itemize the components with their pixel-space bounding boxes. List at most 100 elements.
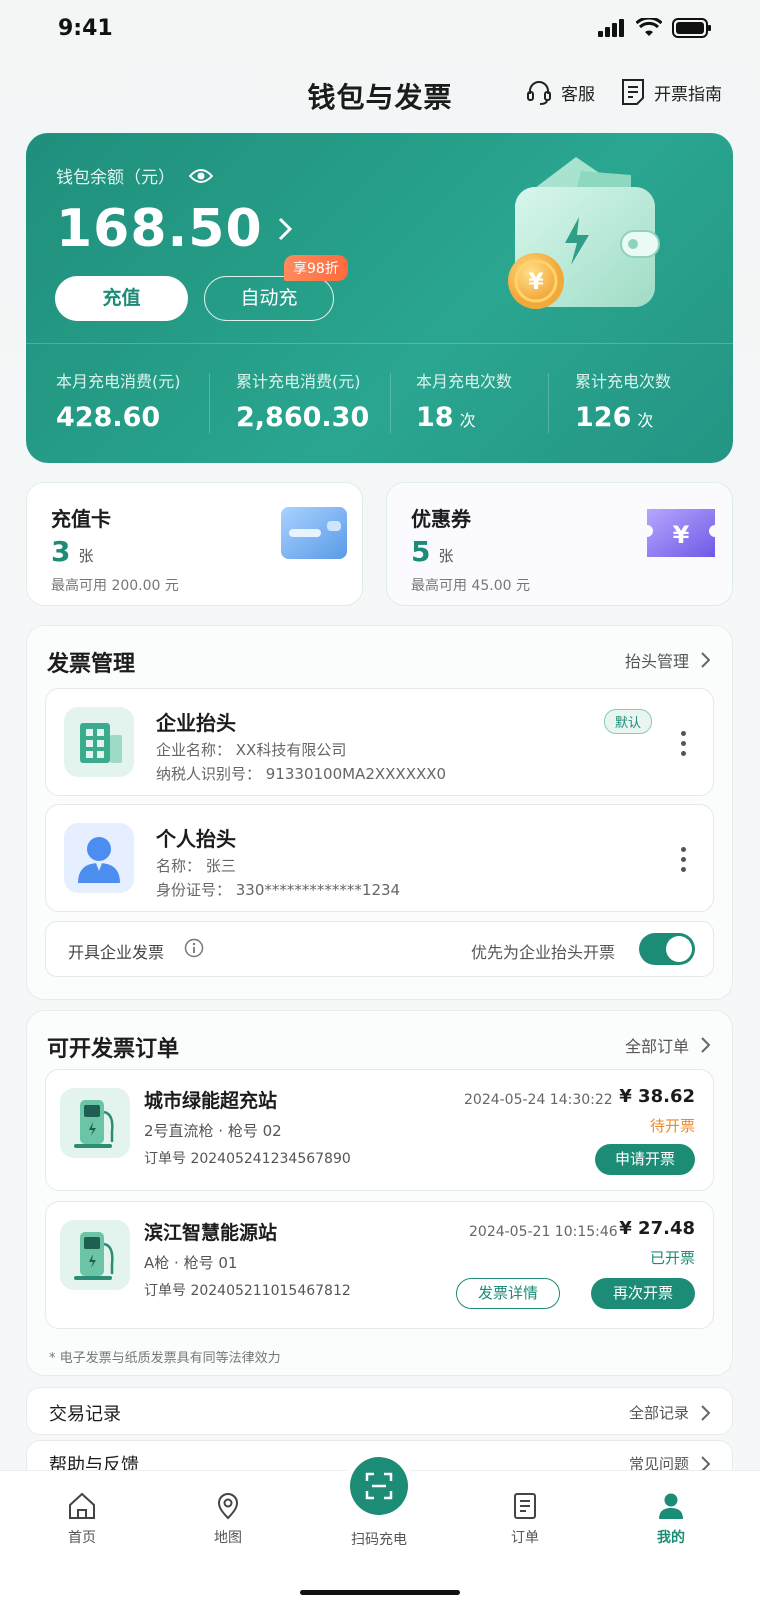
header-management-link[interactable]: 抬头管理: [625, 648, 710, 672]
home-icon: [69, 1492, 95, 1519]
default-badge: 默认: [604, 709, 653, 734]
card-illustration-icon: [281, 507, 347, 559]
order-status: 待开票: [649, 1117, 695, 1135]
building-icon: [64, 707, 134, 777]
eye-icon[interactable]: [189, 168, 213, 184]
invoice-orders-section: 可开发票订单 全部订单 城市绿能超充站 2号直流枪 · 枪号 02 订单号 20…: [26, 1010, 733, 1376]
personal-header-card[interactable]: 个人抬头 名称： 张三 身份证号： 330*************1234: [45, 804, 714, 912]
scan-charge-button[interactable]: [350, 1457, 408, 1515]
order-amount: ¥ 38.62: [619, 1086, 695, 1107]
recharge-button[interactable]: 充值: [55, 276, 188, 321]
stat-value: 428.60: [56, 402, 161, 433]
tab-mine[interactable]: 我的: [631, 1491, 711, 1547]
orders-title: 可开发票订单: [47, 1037, 180, 1062]
stat-value: 18 次: [416, 402, 476, 433]
wallet-divider: [26, 343, 733, 344]
scan-icon: [365, 1472, 393, 1500]
order-number: 订单号 202405211015467812: [144, 1283, 351, 1299]
legal-note: * 电子发票与纸质发票具有同等法律效力: [49, 1351, 281, 1366]
stat-separator: [209, 373, 210, 433]
chevron-right-icon: [701, 652, 710, 668]
gun-info: A枪 · 枪号 01: [144, 1254, 238, 1272]
charger-icon: [60, 1220, 130, 1290]
order-card[interactable]: 城市绿能超充站 2号直流枪 · 枪号 02 订单号 20240524123456…: [45, 1069, 714, 1191]
personal-header-title: 个人抬头: [156, 827, 236, 851]
invoice-management-section: 发票管理 抬头管理 企业抬头 默认 企业名称： XX科技有限公司 纳税人识别号：…: [26, 625, 733, 1000]
svg-text:¥: ¥: [528, 270, 544, 295]
person-icon: [64, 823, 134, 893]
stat-value: 2,860.30: [236, 402, 370, 433]
invoice-detail-button[interactable]: 发票详情: [456, 1278, 560, 1309]
chevron-right-icon: [278, 217, 292, 241]
customer-service-label: 客服: [561, 84, 595, 105]
enterprise-invoice-toggle[interactable]: [639, 933, 695, 965]
tab-bar: 首页 地图 扫码充电 订单 我的: [0, 1457, 760, 1605]
station-name: 滨江智慧能源站: [144, 1222, 278, 1244]
coupon-title: 优惠券: [411, 507, 471, 531]
balance-label-row: 钱包余额（元）: [56, 163, 213, 188]
more-icon[interactable]: [681, 847, 687, 872]
info-icon[interactable]: [184, 938, 204, 958]
coupon-tile[interactable]: 优惠券 5张 最高可用 45.00 元 ¥: [386, 482, 733, 606]
apply-invoice-button[interactable]: 申请开票: [595, 1144, 695, 1175]
stat-total-count: 累计充电次数 126 次: [575, 368, 671, 433]
home-indicator: [300, 1590, 460, 1595]
customer-service-button[interactable]: 客服: [525, 78, 595, 106]
stat-separator: [548, 373, 549, 433]
stat-separator: [390, 373, 391, 433]
tab-map[interactable]: 地图: [188, 1491, 268, 1547]
reissue-invoice-button[interactable]: 再次开票: [591, 1278, 695, 1309]
stat-label: 本月充电消费(元): [56, 372, 181, 391]
personal-name: 名称： 张三: [156, 857, 236, 875]
order-datetime: 2024-05-21 10:15:46: [469, 1224, 618, 1240]
order-card[interactable]: 滨江智慧能源站 A枪 · 枪号 01 订单号 20240521101546781…: [45, 1201, 714, 1329]
stat-label: 累计充电次数: [575, 372, 672, 391]
id-number: 身份证号： 330*************1234: [156, 881, 401, 899]
tab-orders[interactable]: 订单: [485, 1491, 565, 1547]
invoice-guide-button[interactable]: 开票指南: [620, 78, 722, 106]
balance-label: 钱包余额（元）: [56, 168, 175, 188]
balance-value: 168.50: [56, 199, 263, 259]
recharge-card-title: 充值卡: [51, 507, 111, 531]
status-icons: [598, 18, 712, 38]
all-orders-link[interactable]: 全部订单: [625, 1033, 710, 1057]
toggle-label: 开具企业发票: [68, 943, 165, 962]
order-datetime: 2024-05-24 14:30:22: [464, 1092, 613, 1108]
chevron-right-icon: [701, 1404, 710, 1421]
invoice-guide-label: 开票指南: [654, 84, 722, 105]
recharge-card-tile[interactable]: 充值卡 3张 最高可用 200.00 元: [26, 482, 363, 606]
tab-scan-charge[interactable]: 扫码充电: [339, 1529, 419, 1549]
station-name: 城市绿能超充站: [144, 1090, 278, 1112]
document-icon: [622, 79, 644, 105]
transaction-records-row[interactable]: 交易记录 全部记录: [26, 1387, 733, 1435]
order-amount: ¥ 27.48: [619, 1218, 695, 1239]
order-status: 已开票: [649, 1249, 695, 1267]
stat-total-spend: 累计充电消费(元) 2,860.30: [236, 368, 369, 433]
more-icon[interactable]: [681, 731, 687, 756]
coupon-sub: 最高可用 45.00 元: [411, 578, 530, 594]
svg-text:¥: ¥: [673, 521, 690, 549]
tax-id: 纳税人识别号： 91330100MA2XXXXXX0: [156, 765, 447, 783]
balance-row[interactable]: 168.50: [56, 199, 293, 259]
headset-icon: [527, 81, 551, 105]
chevron-right-icon: [701, 1037, 710, 1053]
user-icon: [659, 1493, 683, 1519]
charger-icon: [60, 1088, 130, 1158]
battery-icon: [672, 18, 711, 38]
stat-label: 累计充电消费(元): [236, 372, 361, 391]
coupon-count: 5张: [411, 535, 454, 568]
enterprise-header-card[interactable]: 企业抬头 默认 企业名称： XX科技有限公司 纳税人识别号： 91330100M…: [45, 688, 714, 796]
map-pin-icon: [217, 1493, 239, 1520]
auto-recharge-button[interactable]: 自动充: [204, 276, 334, 321]
tab-home[interactable]: 首页: [42, 1491, 122, 1547]
stat-label: 本月充电次数: [416, 372, 513, 391]
order-list-icon: [514, 1493, 536, 1519]
stat-value: 126 次: [575, 402, 654, 433]
gun-info: 2号直流枪 · 枪号 02: [144, 1122, 282, 1140]
order-number: 订单号 202405241234567890: [144, 1151, 351, 1167]
status-time: 9:41: [58, 16, 113, 41]
coupon-illustration-icon: ¥: [647, 509, 715, 557]
stat-month-spend: 本月充电消费(元) 428.60: [56, 368, 181, 433]
enterprise-name: 企业名称： XX科技有限公司: [156, 741, 347, 759]
enterprise-invoice-toggle-row: 开具企业发票 优先为企业抬头开票: [45, 921, 714, 977]
